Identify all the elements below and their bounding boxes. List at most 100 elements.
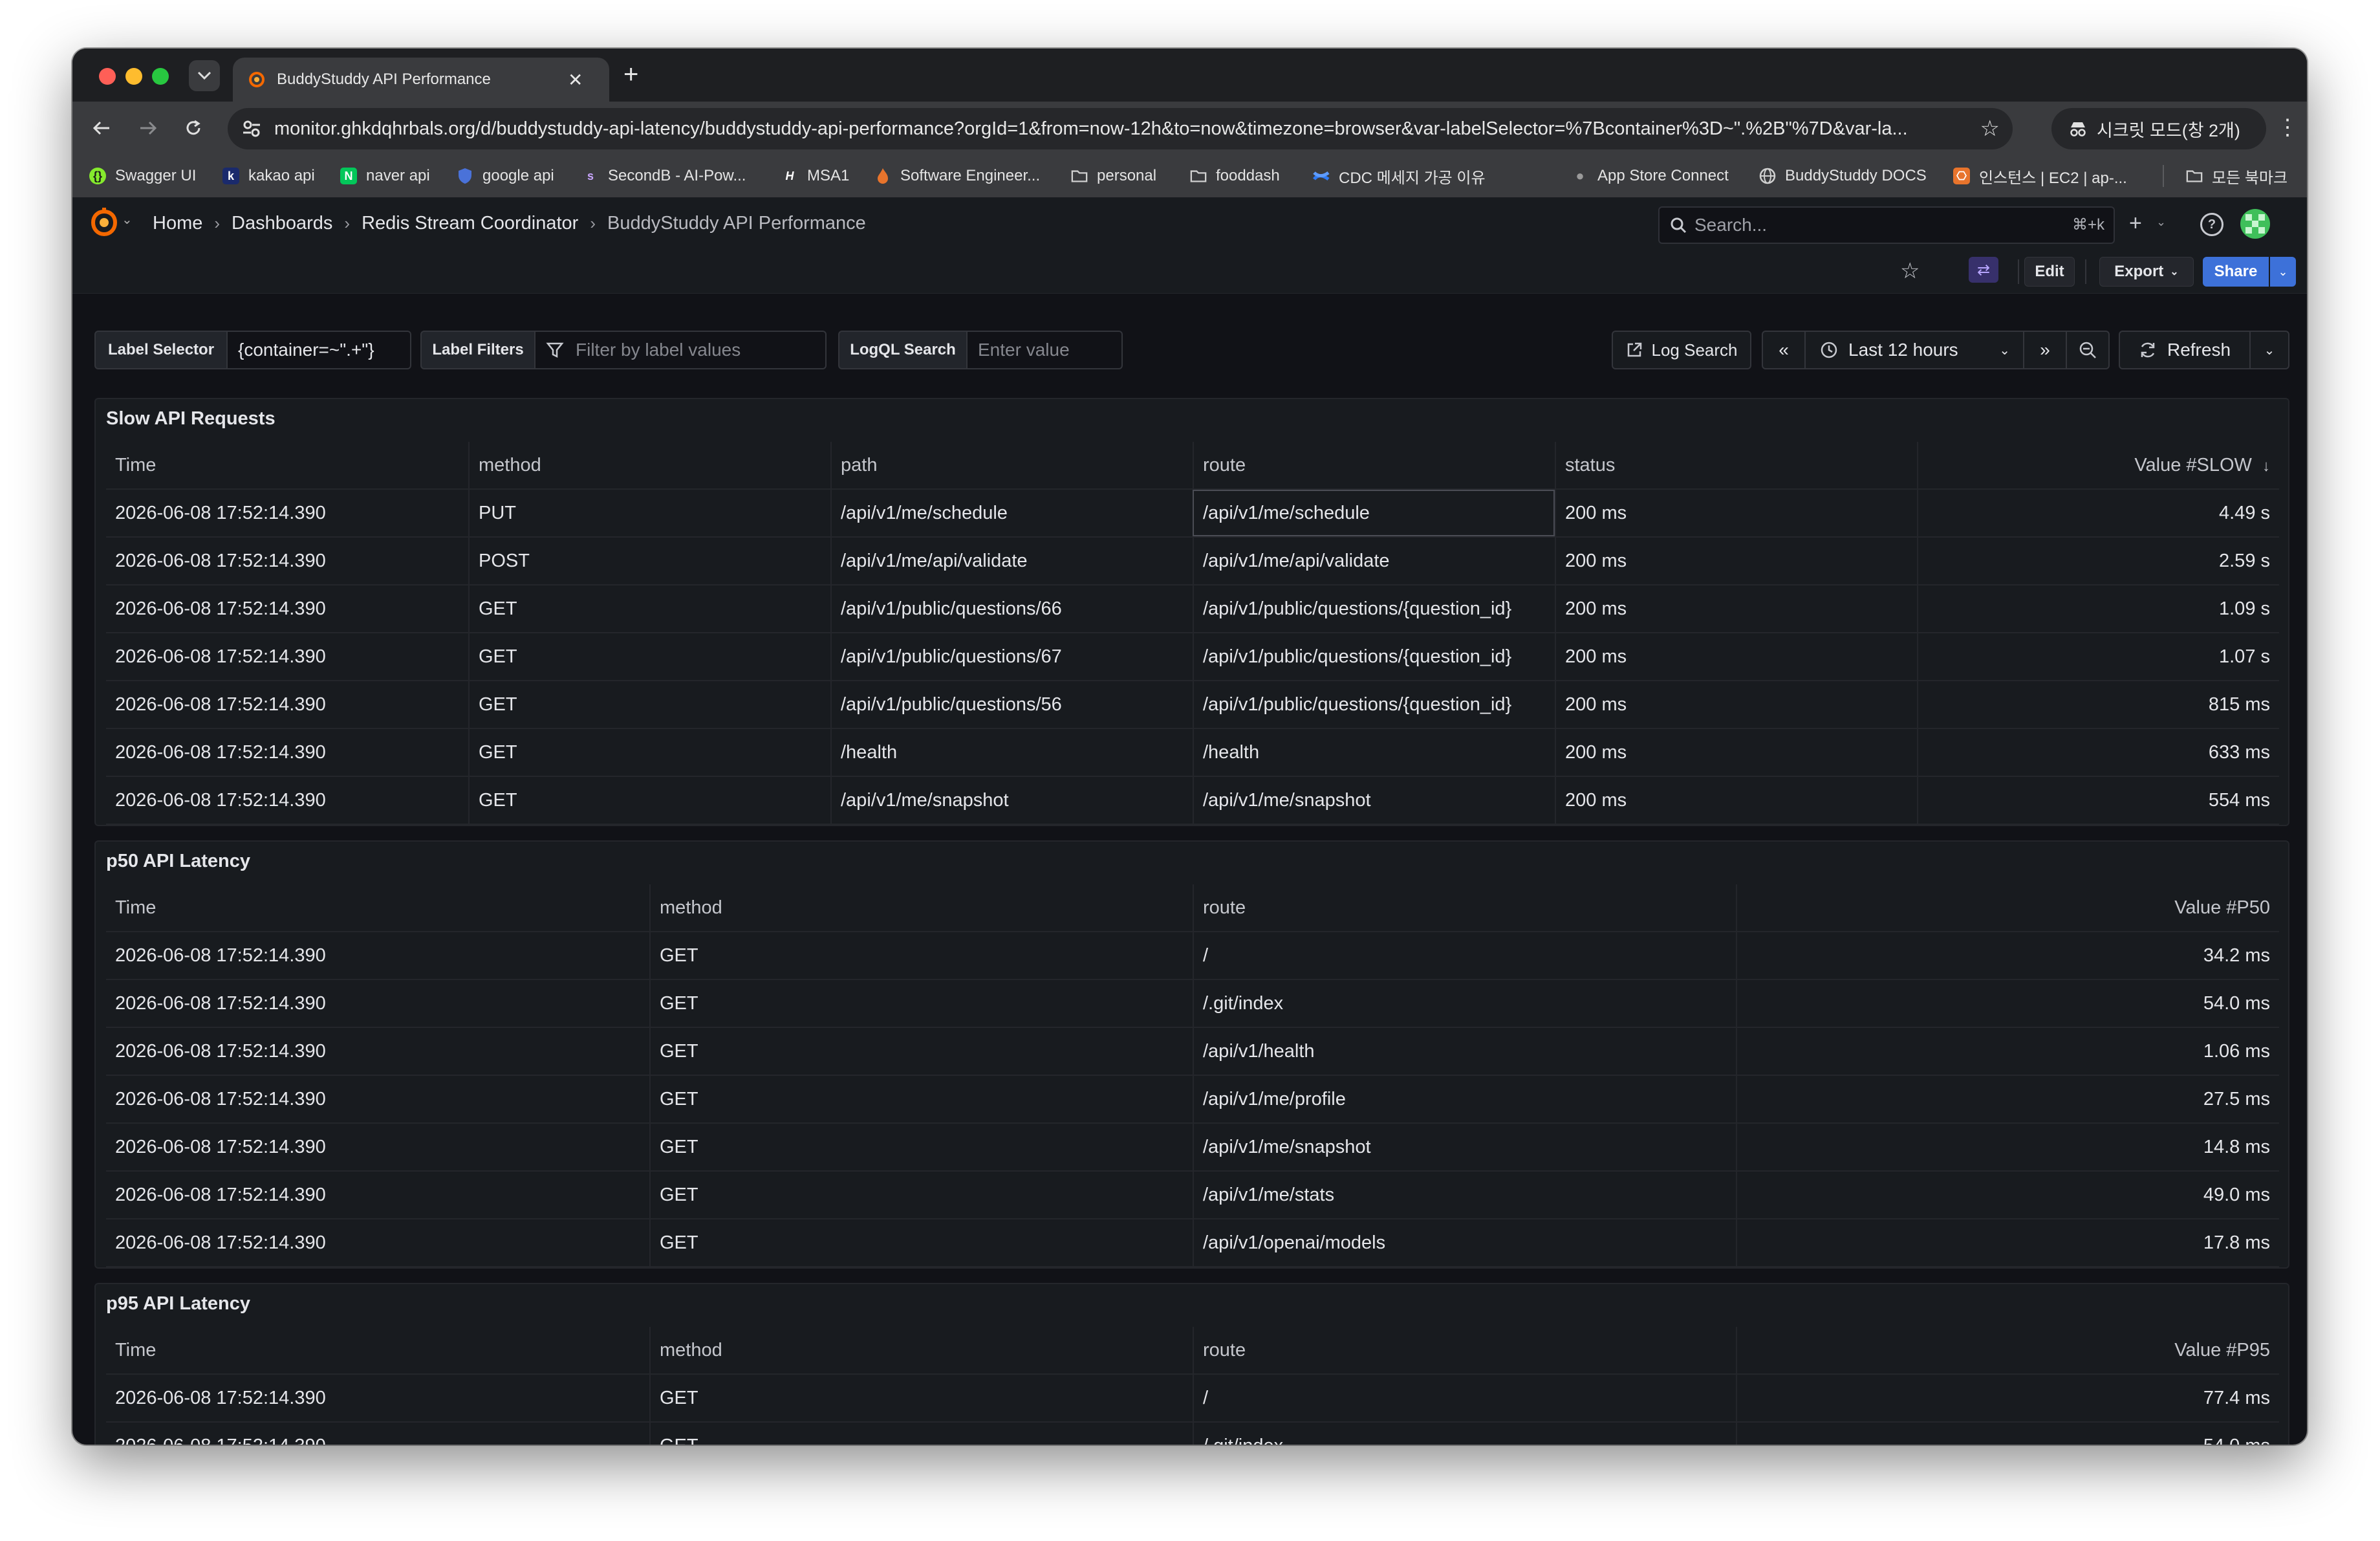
- table-cell[interactable]: GET: [468, 681, 830, 728]
- avatar[interactable]: [2240, 209, 2270, 239]
- table-cell[interactable]: /api/v1/openai/models: [1193, 1219, 1736, 1266]
- label-selector-input[interactable]: {container=~".+"}: [228, 331, 411, 369]
- table-cell[interactable]: 77.4 ms: [1736, 1375, 2279, 1421]
- table-cell[interactable]: /api/v1/me/snapshot: [1193, 777, 1555, 824]
- time-range-picker[interactable]: Last 12 hours ⌄: [1804, 331, 2024, 369]
- table-cell[interactable]: 54.0 ms: [1736, 980, 2279, 1027]
- bookmark-cdc[interactable]: CDC 메세지 가공 이유: [1313, 155, 1486, 197]
- column-header-time[interactable]: Time: [106, 442, 468, 488]
- table-cell[interactable]: 1.06 ms: [1736, 1028, 2279, 1075]
- table-cell[interactable]: POST: [468, 538, 830, 584]
- column-header-value-slow[interactable]: Value #SLOW ↓: [1917, 442, 2279, 488]
- star-icon[interactable]: ☆: [1900, 258, 1920, 284]
- column-header-method[interactable]: method: [649, 1327, 1193, 1373]
- table-cell[interactable]: 2026-06-08 17:52:14.390: [106, 1076, 649, 1122]
- table-cell[interactable]: 2026-06-08 17:52:14.390: [106, 1219, 649, 1266]
- export-button[interactable]: Export ⌄: [2099, 257, 2194, 287]
- table-cell[interactable]: /api/v1/me/stats: [1193, 1172, 1736, 1218]
- table-cell[interactable]: GET: [468, 777, 830, 824]
- table-cell[interactable]: 200 ms: [1555, 681, 1917, 728]
- table-cell[interactable]: GET: [649, 1375, 1193, 1421]
- share-options-button[interactable]: ⌄: [2270, 257, 2296, 287]
- table-cell[interactable]: 554 ms: [1917, 777, 2279, 824]
- chevron-down-icon[interactable]: ⌄: [2156, 215, 2166, 229]
- table-cell[interactable]: 14.8 ms: [1736, 1124, 2279, 1170]
- chevron-down-icon[interactable]: ⌄: [122, 212, 133, 228]
- table-cell[interactable]: PUT: [468, 490, 830, 536]
- column-header-route[interactable]: route: [1193, 884, 1736, 931]
- public-dashboard-icon[interactable]: ⇄: [1969, 257, 1998, 283]
- table-cell[interactable]: 200 ms: [1555, 538, 1917, 584]
- refresh-interval-picker[interactable]: ⌄: [2249, 331, 2289, 369]
- panel-slow-api-requests[interactable]: Slow API Requests Time method path route…: [94, 398, 2289, 826]
- time-shift-back-button[interactable]: «: [1762, 331, 1806, 369]
- table-cell[interactable]: 200 ms: [1555, 585, 1917, 632]
- table-cell[interactable]: /: [1193, 1375, 1736, 1421]
- label-filters-input[interactable]: Filter by label values: [536, 331, 827, 369]
- table-cell[interactable]: /.git/index: [1193, 1423, 1736, 1445]
- table-cell[interactable]: /health: [1193, 729, 1555, 776]
- all-bookmarks-button[interactable]: 모든 북마크: [2186, 155, 2288, 197]
- table-row[interactable]: 2026-06-08 17:52:14.390 GET/77.4 ms: [106, 1375, 2279, 1423]
- table-cell[interactable]: /api/v1/me/schedule: [830, 490, 1193, 536]
- table-cell[interactable]: 1.07 s: [1917, 633, 2279, 680]
- table-row[interactable]: 2026-06-08 17:52:14.390 GET/api/v1/openai…: [106, 1219, 2279, 1267]
- bookmark-secondb[interactable]: s SecondB - AI-Pow...: [582, 155, 746, 197]
- column-header-status[interactable]: status: [1555, 442, 1917, 488]
- table-cell[interactable]: GET: [468, 729, 830, 776]
- table-cell[interactable]: GET: [649, 1219, 1193, 1266]
- table-cell[interactable]: 2026-06-08 17:52:14.390: [106, 980, 649, 1027]
- table-cell[interactable]: /api/v1/me/snapshot: [1193, 1124, 1736, 1170]
- incognito-indicator[interactable]: 시크릿 모드(창 2개): [2051, 108, 2266, 149]
- table-cell[interactable]: GET: [649, 932, 1193, 979]
- zoom-out-button[interactable]: [2066, 331, 2110, 369]
- table-cell[interactable]: 34.2 ms: [1736, 932, 2279, 979]
- time-shift-forward-button[interactable]: »: [2023, 331, 2067, 369]
- table-cell[interactable]: /health: [830, 729, 1193, 776]
- bookmark-folder-personal[interactable]: personal: [1071, 155, 1156, 197]
- table-cell[interactable]: 2026-06-08 17:52:14.390: [106, 1423, 649, 1445]
- table-row[interactable]: 2026-06-08 17:52:14.390GET/.git/index54.…: [106, 1423, 2279, 1445]
- table-cell[interactable]: GET: [649, 1076, 1193, 1122]
- table-cell[interactable]: 2026-06-08 17:52:14.390: [106, 585, 468, 632]
- table-cell[interactable]: 2026-06-08 17:52:14.390: [106, 490, 468, 536]
- table-cell[interactable]: /api/v1/me/api/validate: [830, 538, 1193, 584]
- panel-p50-api-latency[interactable]: p50 API Latency Time method route Value …: [94, 840, 2289, 1269]
- table-cell[interactable]: 2026-06-08 17:52:14.390: [106, 633, 468, 680]
- bookmark-software-engineer[interactable]: Software Engineer...: [874, 155, 1040, 197]
- table-cell[interactable]: /api/v1/public/questions/{question_id}: [1193, 585, 1555, 632]
- bookmark-msa1[interactable]: H MSA1: [781, 155, 850, 197]
- bookmark-ec2[interactable]: ⎔ 인스턴스 | EC2 | ap-...: [1953, 155, 2127, 197]
- refresh-button[interactable]: Refresh: [2119, 331, 2251, 369]
- table-cell[interactable]: /api/v1/public/questions/56: [830, 681, 1193, 728]
- table-cell[interactable]: GET: [649, 1423, 1193, 1445]
- bookmark-google-api[interactable]: google api: [457, 155, 554, 197]
- bookmark-kakao[interactable]: k kakao api: [222, 155, 315, 197]
- minimize-window-button[interactable]: [125, 68, 142, 85]
- column-header-value-p50[interactable]: Value #P50: [1736, 884, 2279, 931]
- table-cell[interactable]: 2026-06-08 17:52:14.390: [106, 1375, 649, 1421]
- table-cell[interactable]: 2026-06-08 17:52:14.390: [106, 729, 468, 776]
- column-header-value-p95[interactable]: Value #P95: [1736, 1327, 2279, 1373]
- table-cell[interactable]: 200 ms: [1555, 633, 1917, 680]
- table-cell[interactable]: GET: [649, 1172, 1193, 1218]
- table-cell[interactable]: /api/v1/health: [1193, 1028, 1736, 1075]
- table-cell[interactable]: 54.0 ms: [1736, 1423, 2279, 1445]
- table-cell[interactable]: 200 ms: [1555, 777, 1917, 824]
- browser-tab-active[interactable]: BuddyStuddy API Performance ✕: [233, 58, 609, 102]
- table-cell[interactable]: /api/v1/public/questions/{question_id}: [1193, 633, 1555, 680]
- table-cell[interactable]: 27.5 ms: [1736, 1076, 2279, 1122]
- browser-menu-button[interactable]: ⋮: [2277, 115, 2299, 140]
- table-cell[interactable]: 2026-06-08 17:52:14.390: [106, 1124, 649, 1170]
- table-row[interactable]: 2026-06-08 17:52:14.390 POST/api/v1/me/ap…: [106, 538, 2279, 585]
- edit-button[interactable]: Edit: [2024, 257, 2075, 287]
- table-cell[interactable]: /api/v1/me/snapshot: [830, 777, 1193, 824]
- table-cell[interactable]: 200 ms: [1555, 729, 1917, 776]
- column-header-method[interactable]: method: [649, 884, 1193, 931]
- table-row[interactable]: 2026-06-08 17:52:14.390 GET/api/v1/me/sna…: [106, 777, 2279, 825]
- table-cell[interactable]: 1.09 s: [1917, 585, 2279, 632]
- logql-search-input[interactable]: Enter value: [968, 331, 1123, 369]
- table-cell[interactable]: 2026-06-08 17:52:14.390: [106, 932, 649, 979]
- bookmark-swagger[interactable]: {} Swagger UI: [89, 155, 196, 197]
- column-header-time[interactable]: Time: [106, 1327, 649, 1373]
